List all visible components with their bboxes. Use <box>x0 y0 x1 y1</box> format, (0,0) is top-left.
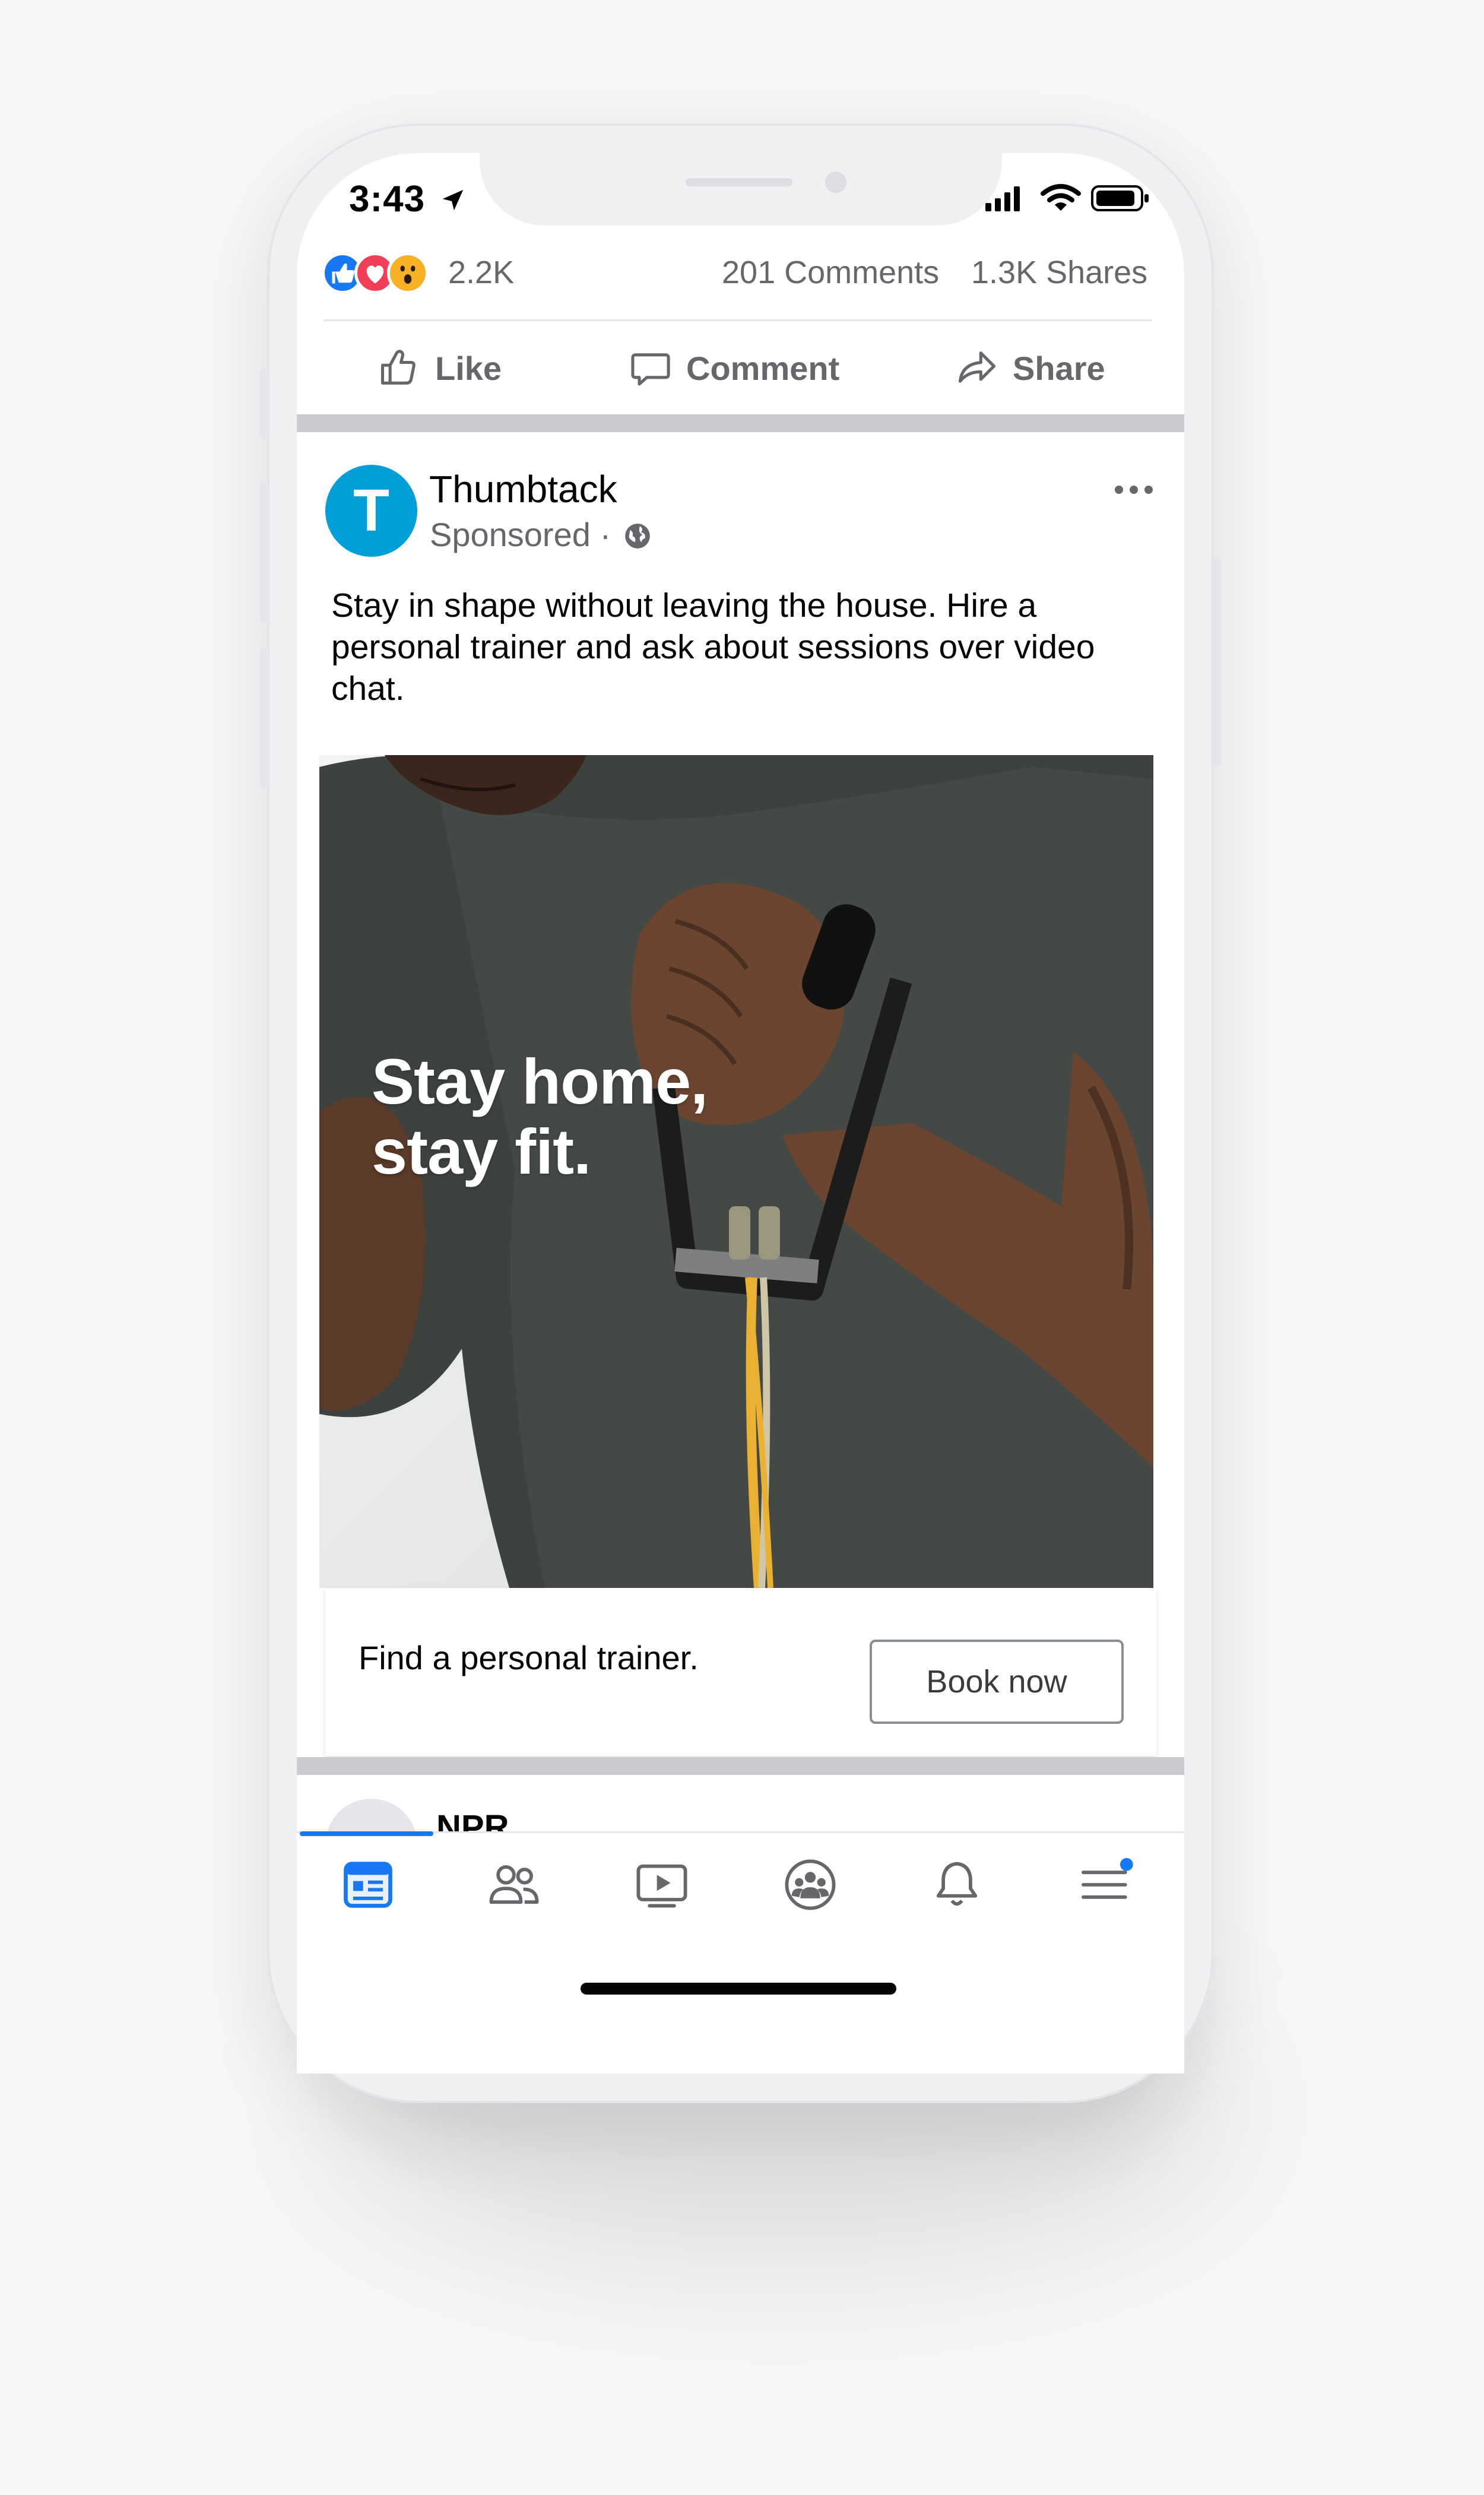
volume-up-button <box>260 481 268 623</box>
comment-button[interactable]: Comment <box>628 341 839 395</box>
reaction-icons[interactable] <box>322 252 429 297</box>
watch-video-icon[interactable] <box>632 1855 692 1914</box>
location-arrow-icon <box>443 189 464 211</box>
feed-separator <box>297 414 1184 432</box>
status-time-text: 3:43 <box>349 179 426 220</box>
nav-active-indicator <box>300 1831 433 1836</box>
reaction-count[interactable]: 2.2K <box>448 254 514 291</box>
ad-image-headline: Stay home, stay fit. <box>372 1047 708 1187</box>
earpiece-speaker <box>686 178 792 186</box>
thumbtack-avatar[interactable]: T <box>325 465 417 557</box>
headline-line-2: stay fit. <box>372 1115 591 1187</box>
post-body-text: Stay in shape without leaving the house.… <box>331 587 1095 708</box>
status-time: 3:43 <box>349 178 467 220</box>
home-indicator[interactable] <box>581 1983 896 1995</box>
globe-icon <box>624 524 650 549</box>
comments-count[interactable]: 201 Comments <box>722 254 939 291</box>
share-arrow-icon <box>958 351 996 383</box>
wifi-icon <box>1041 184 1081 211</box>
book-now-button[interactable]: Book now <box>870 1640 1124 1724</box>
wow-reaction-icon <box>387 252 429 294</box>
groups-icon[interactable] <box>781 1855 840 1914</box>
bottom-nav <box>297 1831 1184 2074</box>
front-camera <box>825 172 846 193</box>
feed-separator-2 <box>297 1757 1184 1775</box>
home-icon[interactable] <box>338 1855 398 1914</box>
shares-count[interactable]: 1.3K Shares <box>971 254 1147 291</box>
notifications-bell-icon[interactable] <box>927 1855 987 1914</box>
battery-icon <box>1091 185 1149 211</box>
sponsored-line: Sponsored · <box>430 515 652 554</box>
cellular-signal-icon <box>985 186 1020 211</box>
page-name[interactable]: Thumbtack <box>429 467 617 511</box>
more-options-icon[interactable] <box>1113 484 1155 496</box>
headline-line-1: Stay home, <box>372 1045 708 1117</box>
share-label: Share <box>1013 349 1105 387</box>
avatar-logo-letter: T <box>353 477 390 544</box>
sponsored-label[interactable]: Sponsored <box>430 516 591 553</box>
cta-description: Find a personal trainer. <box>359 1639 699 1676</box>
friends-icon[interactable] <box>484 1855 543 1914</box>
menu-icon[interactable] <box>1076 1855 1138 1914</box>
thumbs-up-icon <box>380 350 416 385</box>
comment-bubble-icon <box>631 353 670 386</box>
engagement-divider <box>324 319 1152 321</box>
like-button[interactable]: Like <box>377 341 502 395</box>
volume-down-button <box>260 647 268 790</box>
like-label: Like <box>435 349 502 387</box>
share-button[interactable]: Share <box>955 341 1105 395</box>
comment-label: Comment <box>686 349 840 387</box>
mute-switch <box>260 368 268 439</box>
power-button <box>1213 558 1221 766</box>
